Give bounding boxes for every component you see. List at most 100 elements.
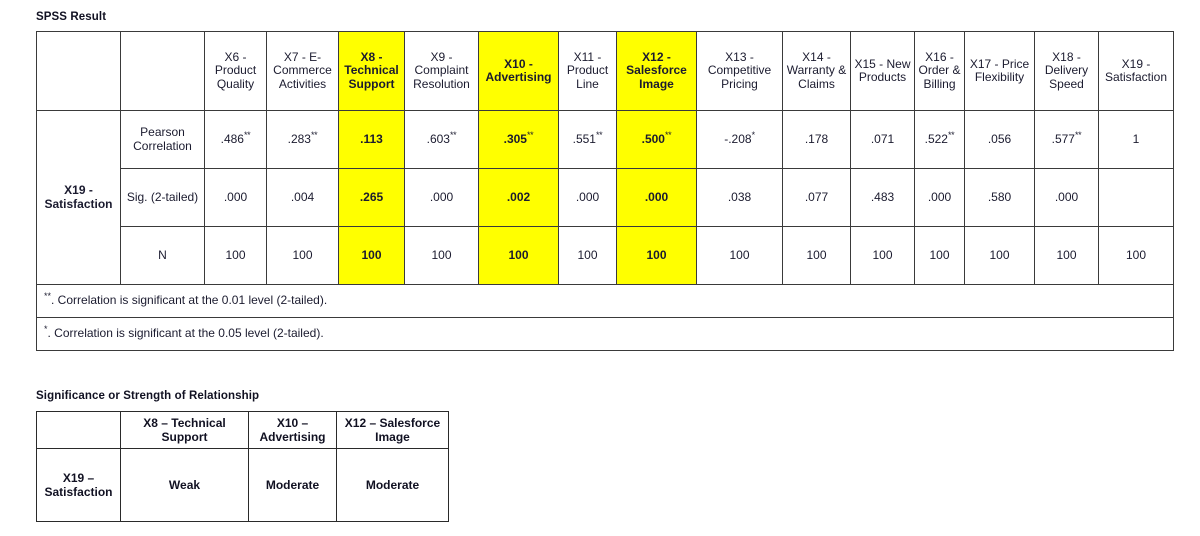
cell-n-x8: 100 — [338, 226, 405, 285]
value: .113 — [360, 131, 383, 146]
column-header-x7: X7 - E-Commerce Activities — [266, 31, 339, 111]
value: .577 — [1051, 131, 1075, 146]
cell-pearson-x18: .577** — [1034, 110, 1099, 169]
significance-marker: ** — [947, 129, 955, 140]
cell-sig-x17: .580 — [964, 168, 1035, 227]
strength-value-x12: Moderate — [336, 448, 449, 522]
cell-sig-x19 — [1098, 168, 1174, 227]
strength-table-row: X19 – Satisfaction Weak Moderate Moderat… — [36, 448, 449, 522]
footnote-0.05: *. Correlation is significant at the 0.0… — [36, 317, 1174, 351]
cell-n-x18: 100 — [1034, 226, 1099, 285]
strength-column-header-x10: X10 – Advertising — [248, 411, 337, 449]
significance-marker: * — [751, 129, 756, 140]
strength-value-x8: Weak — [120, 448, 249, 522]
column-header-x18: X18 - Delivery Speed — [1034, 31, 1099, 111]
value: 1 — [1132, 131, 1140, 146]
strength-column-header-x12: X12 – Salesforce Image — [336, 411, 449, 449]
cell-sig-x15: .483 — [850, 168, 915, 227]
correlations-table: X6 - Product Quality X7 - E-Commerce Act… — [36, 31, 1174, 351]
cell-n-x17: 100 — [964, 226, 1035, 285]
footnote-text: . Correlation is significant at the 0.01… — [51, 293, 328, 308]
cell-sig-x14: .077 — [782, 168, 851, 227]
cell-pearson-x17: .056 — [964, 110, 1035, 169]
value: .551 — [572, 131, 596, 146]
table-row-n: N 100 100 100 100 100 100 100 100 100 10… — [37, 226, 1174, 285]
cell-pearson-x6: .486** — [204, 110, 267, 169]
strength-of-relationship-section: Significance or Strength of Relationship… — [36, 390, 466, 522]
value: .071 — [870, 131, 895, 146]
cell-pearson-x16: .522** — [914, 110, 965, 169]
value: .522 — [924, 131, 948, 146]
spss-result-title: SPSS Result — [36, 11, 107, 23]
cell-sig-x10: .002 — [478, 168, 559, 227]
significance-marker: ** — [310, 129, 318, 140]
column-header-x14: X14 - Warranty & Claims — [782, 31, 851, 111]
cell-sig-x6: .000 — [204, 168, 267, 227]
significance-marker: ** — [664, 129, 672, 140]
strength-column-header-x8: X8 – Technical Support — [120, 411, 249, 449]
footnote-0.01: **. Correlation is significant at the 0.… — [36, 284, 1174, 318]
significance-marker: ** — [1074, 129, 1082, 140]
value: .500 — [641, 131, 665, 146]
table-header-row: X6 - Product Quality X7 - E-Commerce Act… — [36, 31, 1174, 111]
cell-pearson-x19: 1 — [1098, 110, 1174, 169]
cell-pearson-x12: .500** — [616, 110, 697, 169]
header-corner-cell — [36, 31, 121, 111]
value: .486 — [220, 131, 244, 146]
value: -.208 — [724, 131, 752, 146]
column-header-x9: X9 - Complaint Resolution — [404, 31, 479, 111]
value: .056 — [987, 131, 1012, 146]
strength-row-label-x19-satisfaction: X19 – Satisfaction — [36, 448, 121, 522]
cell-n-x12: 100 — [616, 226, 697, 285]
value: .305 — [503, 131, 527, 146]
cell-pearson-x14: .178 — [782, 110, 851, 169]
significance-marker: ** — [595, 129, 603, 140]
column-header-x10: X10 - Advertising — [478, 31, 559, 111]
cell-n-x13: 100 — [696, 226, 783, 285]
significance-marker: ** — [526, 129, 534, 140]
spss-result-section: SPSS Result X6 - Product Quality X7 - E-… — [36, 11, 1176, 351]
measure-label-sig: Sig. (2-tailed) — [120, 168, 205, 227]
cell-sig-x12: .000 — [616, 168, 697, 227]
table-row-pearson-correlation: X19 - Satisfaction Pearson Correlation .… — [36, 110, 1174, 285]
footnote-text: . Correlation is significant at the 0.05… — [47, 326, 324, 341]
strength-table: X8 – Technical Support X10 – Advertising… — [36, 411, 449, 522]
footnote-row-0.01: **. Correlation is significant at the 0.… — [36, 284, 1174, 318]
column-header-x19: X19 - Satisfaction — [1098, 31, 1174, 111]
value: .603 — [426, 131, 450, 146]
column-header-x15: X15 - New Products — [850, 31, 915, 111]
strength-section-title: Significance or Strength of Relationship — [36, 390, 260, 402]
cell-sig-x13: .038 — [696, 168, 783, 227]
strength-header-corner-cell — [36, 411, 121, 449]
cell-n-x6: 100 — [204, 226, 267, 285]
significance-marker: ** — [449, 129, 457, 140]
cell-n-x14: 100 — [782, 226, 851, 285]
column-header-x13: X13 - Competitive Pricing — [696, 31, 783, 111]
column-header-x8: X8 - Technical Support — [338, 31, 405, 111]
cell-pearson-x7: .283** — [266, 110, 339, 169]
cell-pearson-x15: .071 — [850, 110, 915, 169]
cell-pearson-x9: .603** — [404, 110, 479, 169]
column-header-x16: X16 - Order & Billing — [914, 31, 965, 111]
header-corner-cell — [120, 31, 205, 111]
cell-pearson-x11: .551** — [558, 110, 617, 169]
cell-n-x11: 100 — [558, 226, 617, 285]
measure-label-n: N — [120, 226, 205, 285]
footnote-marker: ** — [44, 291, 52, 302]
value: .178 — [804, 131, 829, 146]
column-header-x17: X17 - Price Flexibility — [964, 31, 1035, 111]
cell-sig-x18: .000 — [1034, 168, 1099, 227]
cell-n-x19: 100 — [1098, 226, 1174, 285]
table-row-sig-2-tailed: Sig. (2-tailed) .000 .004 .265 .000 .002… — [37, 168, 1174, 227]
column-header-x6: X6 - Product Quality — [204, 31, 267, 111]
cell-sig-x16: .000 — [914, 168, 965, 227]
cell-sig-x11: .000 — [558, 168, 617, 227]
cell-n-x9: 100 — [404, 226, 479, 285]
cell-n-x10: 100 — [478, 226, 559, 285]
significance-marker: ** — [243, 129, 251, 140]
measure-label-pearson: Pearson Correlation — [120, 110, 205, 169]
row-group-label-x19-satisfaction: X19 - Satisfaction — [36, 110, 121, 285]
cell-pearson-x13: -.208* — [696, 110, 783, 169]
strength-header-row: X8 – Technical Support X10 – Advertising… — [36, 411, 449, 449]
column-header-x11: X11 - Product Line — [558, 31, 617, 111]
